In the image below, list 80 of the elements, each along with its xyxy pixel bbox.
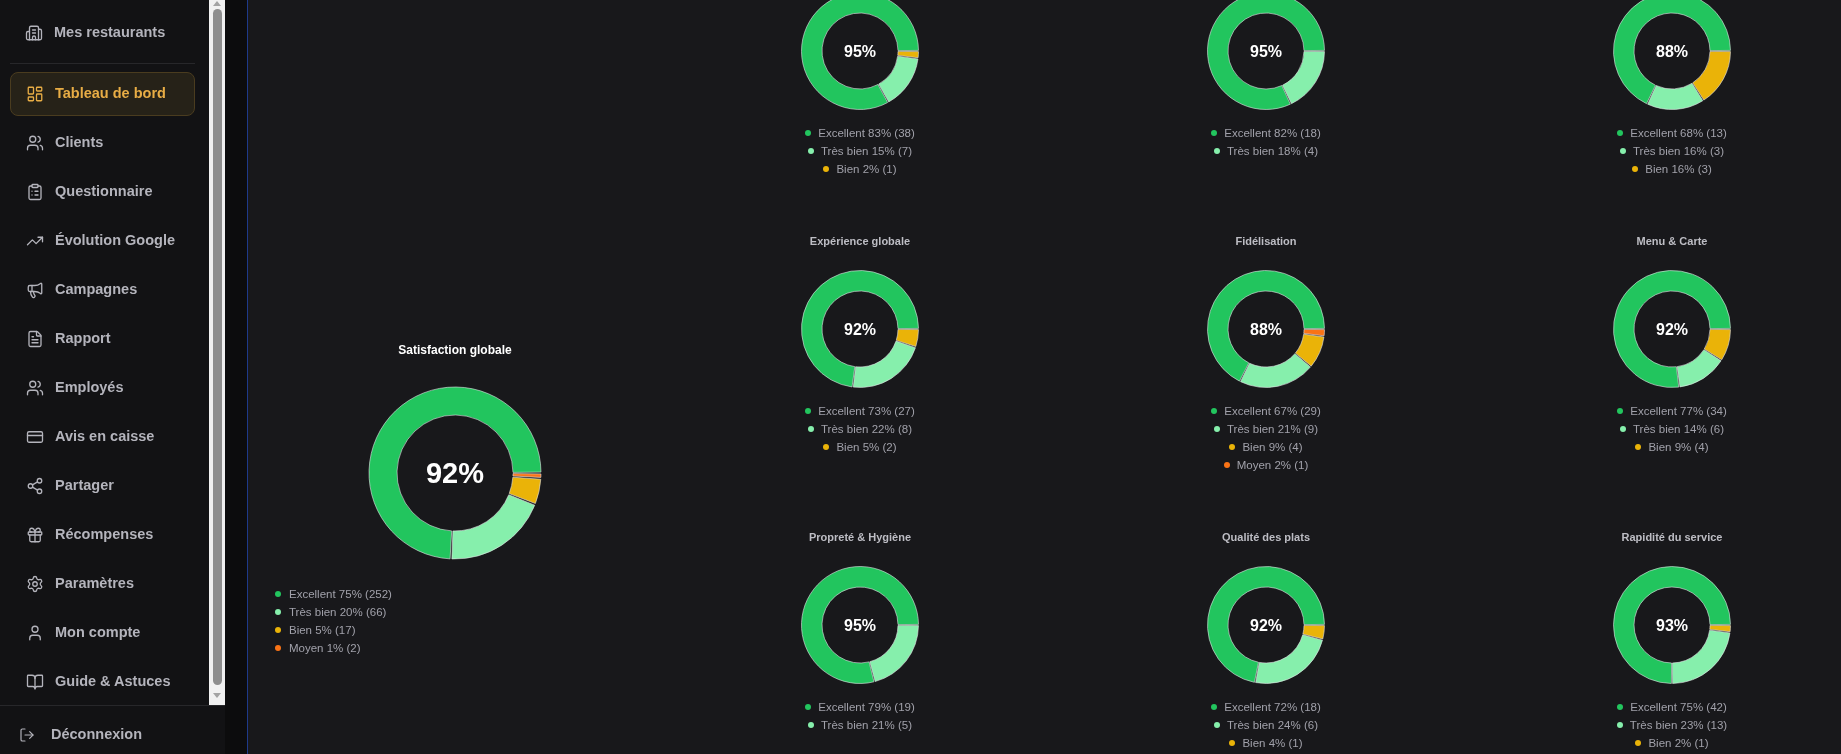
donut-center-value: 95%: [844, 615, 876, 635]
legend-label: Bien 2% (1): [836, 162, 897, 176]
chart-title: Menu & Carte: [1636, 234, 1708, 248]
sidebar-item[interactable]: Clients: [10, 121, 195, 165]
sidebar-item[interactable]: Avis en caisse: [10, 415, 195, 459]
gift-icon: [26, 526, 44, 544]
legend-label: Très bien 21% (9): [1227, 422, 1318, 436]
users-icon: [26, 134, 44, 152]
book-icon: [26, 673, 44, 691]
scrollbar-thumb[interactable]: [212, 9, 222, 685]
donut-center-value: 92%: [1656, 319, 1688, 339]
legend-label: Excellent 82% (18): [1224, 126, 1321, 140]
donut-center-value: 88%: [1656, 41, 1688, 61]
legend-label: Très bien 20% (66): [289, 605, 387, 619]
donut-center-value: 92%: [844, 319, 876, 339]
donut-center-value: 88%: [1250, 319, 1282, 339]
legend-label: Excellent 73% (27): [818, 404, 915, 418]
legend-label: Bien 5% (17): [289, 623, 356, 637]
scroll-up-arrow-icon[interactable]: [213, 1, 221, 6]
users-icon: [26, 379, 44, 397]
legend-label: Très bien 14% (6): [1633, 422, 1724, 436]
legend-label: Excellent 75% (42): [1630, 700, 1727, 714]
chart-title: Fidélisation: [1235, 234, 1297, 248]
legend-label: Excellent 68% (13): [1630, 126, 1727, 140]
sidebar-item[interactable]: Tableau de bord: [10, 72, 195, 116]
legend-label: Excellent 67% (29): [1224, 404, 1321, 418]
document-icon: [26, 330, 44, 348]
restaurants-link[interactable]: Mes restaurants: [10, 11, 195, 55]
sidebar-item[interactable]: Employés: [10, 366, 195, 410]
sidebar-item[interactable]: Guide & Astuces: [10, 660, 195, 704]
settings-icon: [26, 575, 44, 593]
legend-label: Très bien 15% (7): [821, 144, 912, 158]
legend-label: Très bien 23% (13): [1629, 718, 1728, 732]
donut-center-value: 95%: [1250, 41, 1282, 61]
legend-label: Bien 5% (2): [836, 440, 897, 454]
legend-label: Bien 9% (4): [1242, 440, 1303, 454]
clipboard-icon: [26, 183, 44, 201]
logout-button[interactable]: Déconnexion: [19, 724, 143, 746]
chart-title: Expérience globale: [809, 234, 911, 248]
legend-label: Excellent 75% (252): [289, 587, 392, 601]
dashboard-icon: [26, 85, 44, 103]
legend-label: Bien 16% (3): [1645, 162, 1712, 176]
megaphone-icon: [26, 281, 44, 299]
sidebar-item[interactable]: Mon compte: [10, 611, 195, 655]
user-icon: [26, 624, 44, 642]
legend-label: Moyen 2% (1): [1236, 458, 1309, 472]
chart-title: Rapidité du service: [1621, 530, 1723, 544]
donut-center-value: 95%: [844, 41, 876, 61]
legend-label: Excellent 79% (19): [818, 700, 915, 714]
legend-label: Très bien 22% (8): [821, 422, 912, 436]
legend-label: Bien 4% (1): [1242, 736, 1303, 750]
legend-label: Excellent 72% (18): [1224, 700, 1321, 714]
scrollbar[interactable]: [209, 0, 225, 705]
sidebar-item[interactable]: Paramètres: [10, 562, 195, 606]
legend-label: Moyen 1% (2): [289, 641, 361, 655]
sidebar-item[interactable]: Partager: [10, 464, 195, 508]
legend-label: Très bien 24% (6): [1227, 718, 1318, 732]
donut-center-value: 93%: [1656, 615, 1688, 635]
legend-label: Excellent 83% (38): [818, 126, 915, 140]
donut-center-value: 92%: [1250, 615, 1282, 635]
legend-label: Bien 2% (1): [1648, 736, 1709, 750]
sidebar-item[interactable]: Évolution Google: [10, 219, 195, 263]
donut-center-value: 92%: [425, 457, 484, 489]
legend-label: Très bien 16% (3): [1633, 144, 1724, 158]
legend-label: Bien 9% (4): [1648, 440, 1709, 454]
sidebar-item[interactable]: Questionnaire: [10, 170, 195, 214]
legend-label: Très bien 21% (5): [821, 718, 912, 732]
legend-label: Excellent 77% (34): [1630, 404, 1727, 418]
sidebar-item[interactable]: Rapport: [10, 317, 195, 361]
sidebar-item[interactable]: Récompenses: [10, 513, 195, 557]
chart-title: Qualité des plats: [1222, 530, 1310, 544]
building-icon: [25, 24, 43, 42]
sidebar-item[interactable]: Campagnes: [10, 268, 195, 312]
card-icon: [26, 428, 44, 446]
legend-label: Très bien 18% (4): [1227, 144, 1318, 158]
scroll-down-arrow-icon[interactable]: [213, 693, 221, 698]
logout-icon: [19, 726, 35, 743]
chart-title: Propreté & Hygiène: [808, 530, 912, 544]
chart-title: Satisfaction globale: [398, 343, 512, 357]
share-icon: [26, 477, 44, 495]
